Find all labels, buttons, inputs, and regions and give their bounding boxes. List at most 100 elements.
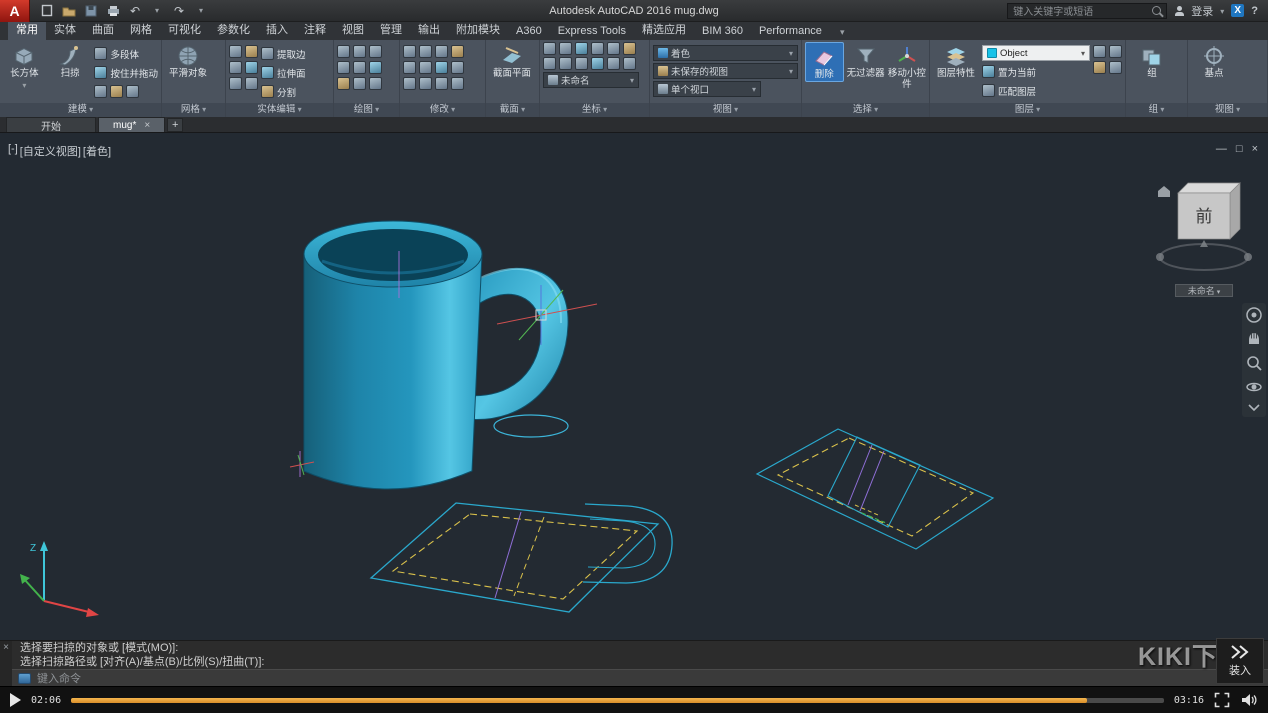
move-gizmo-button[interactable]: 移动小控件 [888, 42, 926, 91]
gradient-icon[interactable] [353, 77, 366, 90]
erase-button[interactable]: 删除 [805, 42, 844, 82]
viewcube-ucs-dropdown[interactable]: 未命名 [1175, 284, 1233, 297]
plot-icon[interactable] [104, 3, 122, 19]
smooth-object-button[interactable]: 平滑对象 [165, 42, 211, 80]
scale-icon[interactable] [419, 77, 432, 90]
layer-off-icon[interactable] [1093, 45, 1106, 58]
hatch-icon[interactable] [337, 77, 350, 90]
ucs-y-icon[interactable] [607, 57, 620, 70]
ribbon-tab-annotate[interactable]: 注释 [296, 19, 334, 40]
viewport-restore-icon[interactable]: □ [1236, 143, 1243, 155]
help-icon[interactable]: ? [1251, 5, 1258, 17]
presspull-button[interactable]: 按住并拖动 [94, 64, 158, 81]
panel-title-coordinates[interactable]: 坐标 [540, 103, 649, 117]
stretch-icon[interactable] [403, 77, 416, 90]
navbar-more-icon[interactable] [1245, 402, 1263, 414]
open-folder-icon[interactable] [60, 3, 78, 19]
ribbon-tab-home[interactable]: 常用 [8, 19, 46, 40]
viewport-menu-control[interactable]: [-] [8, 143, 18, 159]
flat-pattern-left[interactable] [369, 502, 673, 613]
array-icon[interactable] [435, 77, 448, 90]
extrude-faces-button[interactable]: 拉伸面 [261, 64, 306, 81]
imprint-icon[interactable] [245, 77, 258, 90]
trim-icon[interactable] [435, 45, 448, 58]
panel-title-draw[interactable]: 绘图 [334, 103, 399, 117]
panel-title-view-right[interactable]: 视图 [1188, 103, 1267, 117]
viewport-config-combo[interactable]: 单个视口 [653, 81, 761, 97]
mirror-icon[interactable] [419, 61, 432, 74]
erase-small-icon[interactable] [451, 45, 464, 58]
viewcube[interactable]: 前 未命名 [1152, 177, 1256, 297]
panel-title-selection[interactable]: 选择 [802, 103, 929, 117]
ribbon-tab-output[interactable]: 输出 [410, 19, 448, 40]
thicken-icon[interactable] [229, 77, 242, 90]
offset-icon[interactable] [451, 77, 464, 90]
group-button[interactable]: 组 [1129, 42, 1175, 80]
ribbon-tab-express-tools[interactable]: Express Tools [550, 23, 634, 40]
exchange-apps-icon[interactable]: X [1231, 4, 1245, 17]
flat-pattern-right[interactable] [755, 428, 995, 550]
ribbon-tab-mesh[interactable]: 网格 [122, 19, 160, 40]
panel-title-solid-editing[interactable]: 实体编辑 [226, 103, 333, 117]
separate-button[interactable]: 分割 [261, 83, 306, 100]
mug-3d-model[interactable] [289, 220, 569, 490]
extract-edges-button[interactable]: 提取边 [261, 45, 306, 62]
full-navigation-wheel-icon[interactable] [1245, 306, 1263, 324]
union-icon[interactable] [229, 45, 242, 58]
fullscreen-icon[interactable] [1214, 692, 1230, 708]
ribbon-tab-addins[interactable]: 附加模块 [448, 19, 508, 40]
explode-icon[interactable] [451, 61, 464, 74]
subobject-filter-button[interactable]: 无过滤器 [847, 42, 885, 80]
panel-title-modeling[interactable]: 建模 [0, 103, 161, 117]
ellipse-icon[interactable] [369, 61, 382, 74]
ucs-z-icon[interactable] [623, 57, 636, 70]
ucs-zaxis-icon[interactable] [559, 57, 572, 70]
circle-icon[interactable] [369, 45, 382, 58]
base-point-button[interactable]: 基点 [1191, 42, 1237, 80]
slice-icon[interactable] [245, 61, 258, 74]
ucs-view-icon[interactable] [623, 42, 636, 55]
ribbon-tab-insert[interactable]: 插入 [258, 19, 296, 40]
panel-title-view[interactable]: 视图 [650, 103, 801, 117]
panel-title-groups[interactable]: 组 [1126, 103, 1187, 117]
box-button[interactable]: 长方体 [3, 42, 46, 92]
search-icon[interactable] [1152, 6, 1162, 15]
layer-isolate-icon[interactable] [1109, 61, 1122, 74]
panel-title-section[interactable]: 截面 [486, 103, 539, 117]
viewport-close-icon[interactable]: × [1252, 143, 1258, 155]
video-progress-track[interactable] [71, 697, 1164, 703]
intersect-icon[interactable] [229, 61, 242, 74]
rectangle-icon[interactable] [353, 61, 366, 74]
app-menu-button[interactable]: A [0, 0, 30, 22]
ucs-previous-icon[interactable] [575, 42, 588, 55]
qat-customize-icon[interactable] [192, 3, 210, 19]
sweep-path-ellipse[interactable] [493, 414, 569, 438]
section-plane-button[interactable]: 截面平面 [489, 42, 535, 80]
redo-icon[interactable]: ↷ [170, 3, 188, 19]
polyline-icon[interactable] [353, 45, 366, 58]
box-dropdown-icon[interactable] [22, 81, 26, 92]
arc-icon[interactable] [337, 61, 350, 74]
sweep-button[interactable]: 扫掠 [49, 42, 92, 80]
new-drawing-tab-button[interactable]: + [167, 118, 184, 132]
signin-dropdown-icon[interactable] [1220, 5, 1224, 17]
undo-dropdown-icon[interactable] [148, 3, 166, 19]
command-close-icon[interactable]: × [3, 643, 9, 653]
layer-properties-button[interactable]: 图层特性 [933, 42, 979, 80]
match-layer-button[interactable]: 匹配图层 [982, 82, 1090, 99]
file-tab-start[interactable]: 开始 [6, 117, 96, 133]
named-ucs-combo[interactable]: 未命名 [543, 72, 639, 88]
ucs-object-icon[interactable] [607, 42, 620, 55]
tab-close-icon[interactable] [144, 120, 150, 131]
move-icon[interactable] [403, 45, 416, 58]
load-overlay-button[interactable]: 装入 [1216, 638, 1264, 684]
visual-style-combo[interactable]: 着色 [653, 45, 798, 61]
subtract-icon[interactable] [245, 45, 258, 58]
new-file-icon[interactable] [38, 3, 56, 19]
ucs-icon[interactable] [559, 42, 572, 55]
layer-combo[interactable]: Object [982, 45, 1090, 61]
ribbon-tab-parametric[interactable]: 参数化 [209, 19, 258, 40]
ribbon-tab-bim360[interactable]: BIM 360 [694, 23, 751, 40]
zoom-icon[interactable] [1245, 354, 1263, 372]
ucs-3point-icon[interactable] [575, 57, 588, 70]
